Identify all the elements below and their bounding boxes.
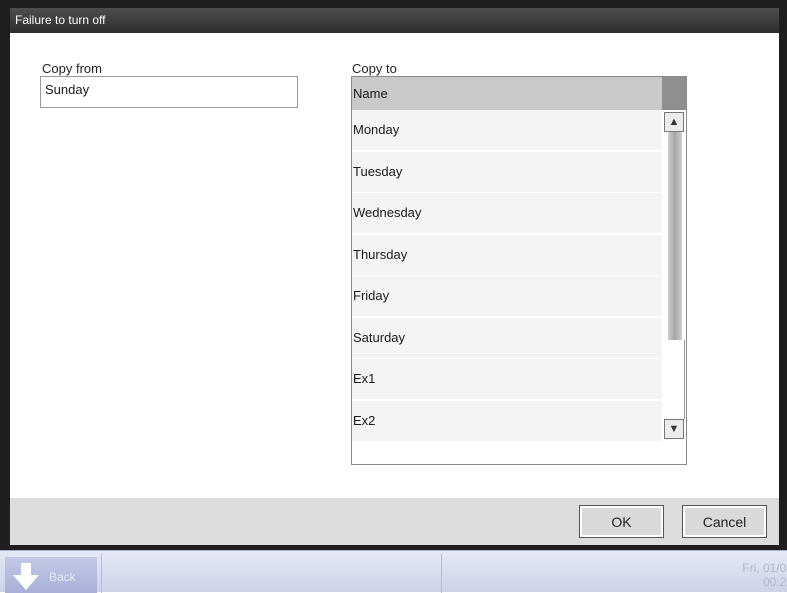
ok-button[interactable]: OK (579, 505, 664, 538)
dialog-title: Failure to turn off (15, 13, 106, 27)
down-arrow-icon (13, 563, 39, 590)
back-label: Back (49, 570, 76, 584)
list-item-saturday[interactable]: Saturday (352, 317, 662, 358)
window-frame-top (0, 0, 787, 8)
list-item-friday[interactable]: Friday (352, 276, 662, 316)
copy-from-field: Sunday (40, 76, 298, 108)
back-button[interactable]: Back (5, 557, 97, 593)
clock-date: Fri, 01/04 (742, 561, 787, 575)
scroll-track[interactable] (664, 132, 685, 419)
scroll-thumb[interactable] (668, 132, 682, 340)
dialog-title-bar: Failure to turn off (10, 8, 779, 33)
taskbar: Back Fri, 01/04 00:29 (0, 550, 787, 593)
cancel-button[interactable]: Cancel (682, 505, 767, 538)
clock: Fri, 01/04 00:29 (742, 561, 787, 589)
scroll-up-arrow-icon[interactable]: ▲ (664, 112, 684, 132)
copy-from-label: Copy from (42, 61, 102, 76)
list-header-corner (662, 77, 686, 110)
copy-to-list: Name Monday Tuesday Wednesday Thursday F… (351, 76, 687, 465)
scroll-rail (684, 340, 685, 419)
list-item-wednesday[interactable]: Wednesday (352, 193, 662, 233)
list-item-ex1[interactable]: Ex1 (352, 359, 662, 399)
dialog-footer: OK Cancel (10, 498, 779, 545)
list-item-thursday[interactable]: Thursday (352, 234, 662, 275)
window-frame-right (779, 0, 787, 549)
window-frame-left (0, 0, 10, 549)
scroll-down-arrow-icon[interactable]: ▼ (664, 419, 684, 439)
list-rows: Monday Tuesday Wednesday Thursday Friday… (352, 110, 662, 442)
list-item-tuesday[interactable]: Tuesday (352, 151, 662, 192)
copy-to-label: Copy to (352, 61, 397, 76)
list-item-ex2[interactable]: Ex2 (352, 400, 662, 441)
list-item-monday[interactable]: Monday (352, 110, 662, 150)
list-scrollbar[interactable]: ▲ ▼ (662, 110, 686, 441)
list-header-name[interactable]: Name (352, 77, 662, 110)
copy-from-value: Sunday (45, 82, 90, 97)
taskbar-panel-left (101, 554, 442, 593)
taskbar-panel-right: Fri, 01/04 00:29 (441, 554, 787, 593)
clock-time: 00:29 (762, 575, 787, 589)
